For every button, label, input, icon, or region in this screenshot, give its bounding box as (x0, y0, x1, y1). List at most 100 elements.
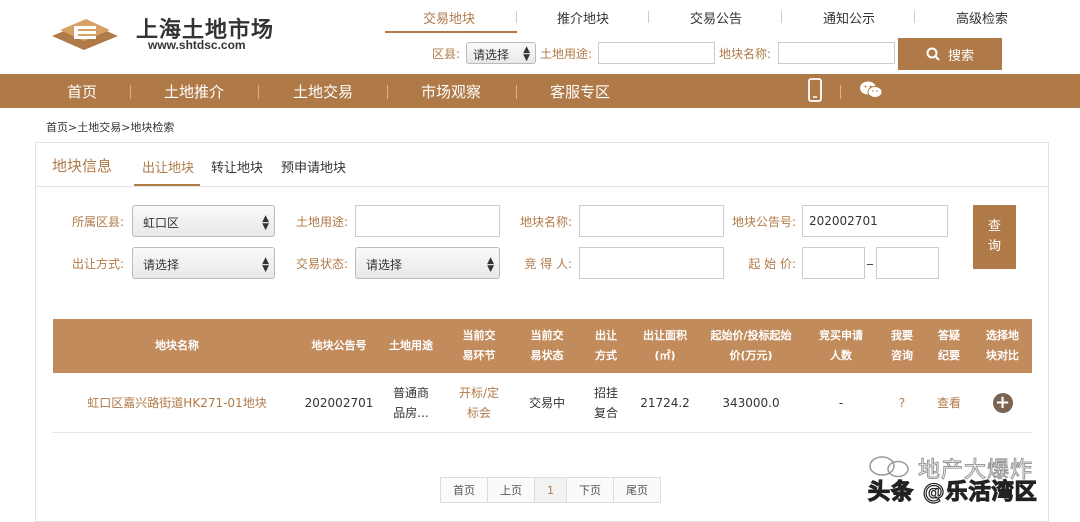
bidder-filter-input[interactable] (579, 247, 724, 279)
column-header: 选择地块对比 (986, 329, 1019, 362)
column-header: 出让面积(㎡) (643, 329, 687, 362)
main-nav-market-watch[interactable]: 市场观察 (421, 81, 481, 102)
pager-first[interactable]: 首页 (441, 478, 488, 502)
column-header: 答疑纪要 (938, 329, 960, 362)
column-header: 我要咨询 (891, 329, 913, 362)
watermark: 地产大爆炸 头条 @乐活湾区 (867, 450, 1068, 510)
top-nav-trading-notices[interactable]: 交易公告 (690, 8, 742, 27)
district-select[interactable]: 请选择 ▲ ▼ (466, 42, 536, 64)
price-range-dash: _ (867, 251, 873, 265)
pager-current-page[interactable]: 1 (535, 478, 567, 502)
district-filter-select[interactable]: 虹口区 ▲ ▼ (132, 205, 275, 237)
consult-link[interactable]: ? (879, 373, 925, 433)
trading-stage-link[interactable]: 开标/定标会 (445, 373, 513, 433)
search-button[interactable]: 搜索 (898, 38, 1002, 70)
bidder-filter-label: 竞 得 人: (524, 257, 572, 271)
status-filter-select[interactable]: 请选择 ▲ ▼ (355, 247, 500, 279)
compare-cell: + (973, 373, 1032, 433)
column-header: 土地用途 (389, 339, 433, 352)
table-row: 虹口区嘉兴路街道HK271-01地块 202002701 普通商品房... 开标… (53, 373, 1032, 433)
plot-name-label: 地块名称: (719, 47, 772, 61)
main-nav-land-promotion[interactable]: 土地推介 (164, 81, 224, 102)
top-nav-announcements[interactable]: 通知公示 (823, 8, 875, 27)
plot-tabs: 地块信息 出让地块 转让地块 预申请地块 (36, 143, 1048, 187)
start-price-max-input[interactable] (876, 247, 939, 279)
mobile-phone-icon[interactable] (808, 78, 822, 102)
status-filter-label: 交易状态: (295, 257, 348, 271)
add-compare-icon[interactable]: + (992, 393, 1013, 413)
top-nav-promoted-plots[interactable]: 推介地块 (557, 8, 609, 27)
column-header: 竞买申请人数 (819, 329, 863, 362)
divider (258, 85, 259, 99)
district-select-value: 请选择 (473, 48, 510, 62)
land-use-filter-label: 土地用途: (295, 215, 348, 229)
pagination: 首页 上页 1 下页 尾页 (440, 477, 661, 503)
column-header: 当前交易环节 (462, 329, 496, 362)
panel-title: 地块信息 (52, 157, 113, 175)
top-nav-trading-plots[interactable]: 交易地块 (423, 8, 475, 27)
plot-name-filter-input[interactable] (579, 205, 724, 237)
pager-prev[interactable]: 上页 (488, 478, 535, 502)
column-header: 地块名称 (155, 339, 199, 352)
divider (914, 11, 915, 23)
notice-number-cell: 202002701 (304, 396, 374, 410)
plot-name-filter-label: 地块名称: (519, 215, 572, 229)
land-use-cell: 普通商品房... (392, 386, 429, 420)
area-cell: 21724.2 (640, 396, 690, 410)
breadcrumb: 首页>土地交易>地块检索 (46, 121, 175, 134)
tab-transfer-out-plots[interactable]: 出让地块 (142, 157, 194, 176)
sale-method-filter-select[interactable]: 请选择 ▲ ▼ (132, 247, 275, 279)
tab-pre-application-plots[interactable]: 预申请地块 (281, 157, 346, 176)
status-filter-value: 请选择 (366, 258, 403, 272)
main-nav-land-trading[interactable]: 土地交易 (293, 81, 353, 102)
watermark-line-2: 头条 @乐活湾区 (867, 479, 1038, 505)
start-price-filter-label: 起 始 价: (748, 257, 796, 271)
column-header: 当前交易状态 (530, 329, 564, 362)
sale-method-cell: 招挂复合 (593, 386, 618, 420)
land-use-label: 土地用途: (540, 47, 593, 61)
qa-view-link[interactable]: 查看 (925, 373, 973, 433)
trading-status-cell: 交易中 (528, 396, 565, 410)
column-header: 出让方式 (595, 329, 617, 362)
select-arrows-icon: ▲ ▼ (523, 45, 530, 63)
notice-number-filter-input[interactable]: 202002701 (802, 205, 948, 237)
tab-resale-plots[interactable]: 转让地块 (211, 157, 263, 176)
divider (516, 85, 517, 99)
column-header: 地块公告号 (311, 339, 367, 352)
sale-method-filter-label: 出让方式: (71, 257, 124, 271)
top-nav-advanced-search[interactable]: 高级检索 (956, 8, 1008, 27)
plot-name-link[interactable]: 虹口区嘉兴路街道HK271-01地块 (53, 373, 301, 433)
district-filter-label: 所属区县: (71, 215, 124, 229)
main-nav: 首页 土地推介 土地交易 市场观察 客服专区 (0, 74, 1080, 108)
divider (648, 11, 649, 23)
search-icon (926, 47, 940, 61)
divider (516, 11, 517, 23)
query-button[interactable]: 查 询 (973, 205, 1016, 269)
query-button-label-1: 查 (987, 219, 1001, 234)
site-header: 上海土地市场 www.shtdsc.com 交易地块 推介地块 交易公告 通知公… (0, 0, 1080, 74)
plot-name-input[interactable] (778, 42, 895, 64)
start-price-min-input[interactable] (802, 247, 865, 279)
land-use-input[interactable] (598, 42, 715, 64)
select-arrows-icon: ▲ ▼ (262, 256, 269, 274)
active-tab-underline (385, 31, 517, 33)
results-table-header: 地块名称 地块公告号 土地用途 当前交易环节 当前交易状态 出让方式 出让面积(… (53, 319, 1032, 373)
pager-last[interactable]: 尾页 (614, 478, 660, 502)
main-nav-customer-service[interactable]: 客服专区 (550, 81, 610, 102)
header-search-bar: 区县: 请选择 ▲ ▼ 土地用途: 地块名称: 搜索 (0, 38, 1080, 72)
top-nav: 交易地块 推介地块 交易公告 通知公示 高级检索 (385, 0, 1080, 34)
applicants-cell: - (838, 396, 844, 410)
divider (387, 85, 388, 99)
pager-next[interactable]: 下页 (567, 478, 614, 502)
select-arrows-icon: ▲ ▼ (487, 256, 494, 274)
main-nav-home[interactable]: 首页 (67, 81, 97, 102)
district-filter-value: 虹口区 (143, 216, 180, 230)
wechat-icon[interactable] (860, 81, 882, 99)
start-price-cell: 343000.0 (722, 396, 780, 410)
land-use-filter-input[interactable] (355, 205, 500, 237)
sale-method-filter-value: 请选择 (143, 258, 180, 272)
divider (840, 85, 841, 99)
query-button-label-2: 询 (987, 239, 1001, 254)
active-tab-underline (134, 184, 200, 186)
divider (781, 11, 782, 23)
